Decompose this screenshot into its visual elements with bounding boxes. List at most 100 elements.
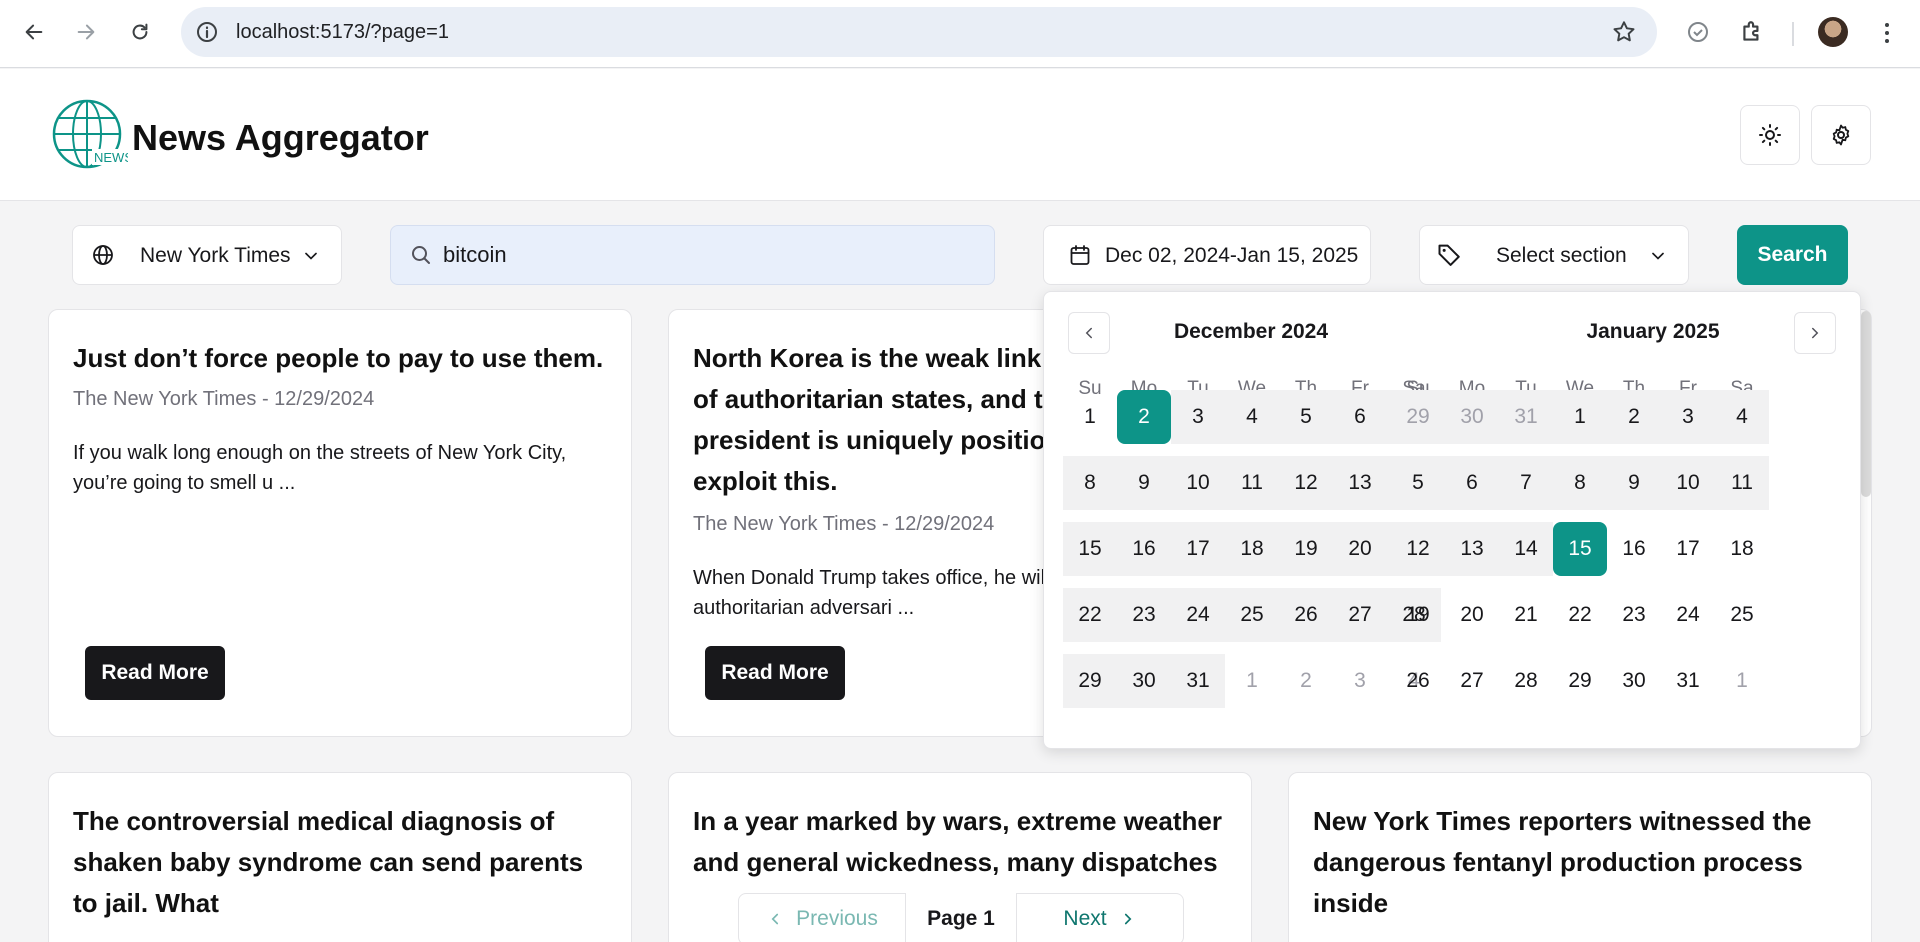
dec-day-cell[interactable]: 31 <box>1171 654 1225 708</box>
jan-day-cell[interactable]: 8 <box>1553 456 1607 510</box>
pagination: Previous Page 1 Next <box>738 893 1184 942</box>
jan-day-cell[interactable]: 9 <box>1607 456 1661 510</box>
article-description: If you walk long enough on the streets o… <box>73 442 567 494</box>
chevron-right-icon <box>1812 327 1819 339</box>
dec-day-cell[interactable]: 11 <box>1225 456 1279 510</box>
dec-day-cell[interactable]: 12 <box>1279 456 1333 510</box>
jan-day-cell[interactable]: 14 <box>1499 522 1553 576</box>
jan-day-cell[interactable]: 13 <box>1445 522 1499 576</box>
jan-day-cell[interactable]: 18 <box>1715 522 1769 576</box>
jan-day-cell[interactable]: 26 <box>1391 654 1445 708</box>
theme-toggle-button[interactable] <box>1740 105 1800 165</box>
previous-month-button[interactable] <box>1068 312 1110 354</box>
dec-day-cell[interactable]: 18 <box>1225 522 1279 576</box>
dec-day-cell[interactable]: 20 <box>1333 522 1387 576</box>
dec-day-cell[interactable]: 4 <box>1225 390 1279 444</box>
browser-menu-icon[interactable] <box>1872 18 1902 48</box>
date-range-picker-button[interactable]: Dec 02, 2024-Jan 15, 2025 <box>1043 225 1371 285</box>
dec-day-cell[interactable]: 26 <box>1279 588 1333 642</box>
jan-day-cell[interactable]: 22 <box>1553 588 1607 642</box>
jan-day-cell[interactable]: 6 <box>1445 456 1499 510</box>
article-card: Just don’t force people to pay to use th… <box>48 309 632 737</box>
extension-circle-icon[interactable] <box>1683 17 1713 47</box>
dec-day-cell[interactable]: 1 <box>1063 390 1117 444</box>
dec-day-cell[interactable]: 27 <box>1333 588 1387 642</box>
dec-day-cell[interactable]: 15 <box>1063 522 1117 576</box>
jan-day-cell[interactable]: 7 <box>1499 456 1553 510</box>
jan-day-cell[interactable]: 20 <box>1445 588 1499 642</box>
dec-day-cell[interactable]: 19 <box>1279 522 1333 576</box>
search-field[interactable] <box>390 225 995 285</box>
jan-day-cell[interactable]: 24 <box>1661 588 1715 642</box>
read-more-button[interactable]: Read More <box>85 646 225 700</box>
jan-day-cell[interactable]: 12 <box>1391 522 1445 576</box>
dec-day-cell[interactable]: 25 <box>1225 588 1279 642</box>
dec-day-cell[interactable]: 30 <box>1117 654 1171 708</box>
dec-day-cell[interactable]: 24 <box>1171 588 1225 642</box>
jan-day-cell[interactable]: 27 <box>1445 654 1499 708</box>
jan-day-cell[interactable]: 30 <box>1445 390 1499 444</box>
read-more-button[interactable]: Read More <box>705 646 845 700</box>
dec-day-cell[interactable]: 17 <box>1171 522 1225 576</box>
jan-day-cell[interactable]: 31 <box>1661 654 1715 708</box>
jan-day-cell[interactable]: 1 <box>1715 654 1769 708</box>
section-select[interactable]: Select section <box>1419 225 1689 285</box>
next-page-button[interactable]: Next <box>1016 893 1184 942</box>
dec-day-cell[interactable]: 2 <box>1279 654 1333 708</box>
jan-day-cell[interactable]: 4 <box>1715 390 1769 444</box>
dec-day-cell[interactable]: 29 <box>1063 654 1117 708</box>
jan-day-cell[interactable]: 16 <box>1607 522 1661 576</box>
dec-day-cell[interactable]: 9 <box>1117 456 1171 510</box>
dec-day-cell[interactable]: 10 <box>1171 456 1225 510</box>
right-month-title: January 2025 <box>1586 320 1720 343</box>
jan-day-cell[interactable]: 30 <box>1607 654 1661 708</box>
search-input[interactable] <box>443 226 973 284</box>
jan-day-cell[interactable]: 10 <box>1661 456 1715 510</box>
address-bar[interactable]: localhost:5173/?page=1 <box>181 7 1657 57</box>
reload-icon[interactable] <box>122 14 158 50</box>
dec-day-cell[interactable]: 5 <box>1279 390 1333 444</box>
settings-button[interactable] <box>1811 105 1871 165</box>
site-info-icon[interactable] <box>195 20 219 44</box>
article-card: The controversial medical diagnosis of s… <box>48 772 632 942</box>
jan-day-cell[interactable]: 3 <box>1661 390 1715 444</box>
dec-day-cell[interactable]: 6 <box>1333 390 1387 444</box>
forward-icon[interactable] <box>68 14 104 50</box>
jan-day-cell[interactable]: 17 <box>1661 522 1715 576</box>
dec-day-cell[interactable]: 16 <box>1117 522 1171 576</box>
profile-avatar[interactable] <box>1818 17 1848 47</box>
jan-day-cell[interactable]: 19 <box>1391 588 1445 642</box>
jan-day-cell[interactable]: 5 <box>1391 456 1445 510</box>
jan-day-cell[interactable]: 29 <box>1553 654 1607 708</box>
calendar-icon <box>1068 243 1092 272</box>
jan-day-cell[interactable]: 31 <box>1499 390 1553 444</box>
jan-day-cell[interactable]: 2 <box>1607 390 1661 444</box>
url-text[interactable]: localhost:5173/?page=1 <box>236 21 449 44</box>
dec-day-cell[interactable]: 22 <box>1063 588 1117 642</box>
article-card: New York Times reporters witnessed the d… <box>1288 772 1872 942</box>
next-month-button[interactable] <box>1794 312 1836 354</box>
dec-day-cell[interactable]: 1 <box>1225 654 1279 708</box>
dec-day-cell[interactable]: 3 <box>1333 654 1387 708</box>
dec-day-cell[interactable]: 8 <box>1063 456 1117 510</box>
extensions-puzzle-icon[interactable] <box>1737 17 1767 47</box>
search-button[interactable]: Search <box>1737 225 1848 285</box>
jan-day-cell[interactable]: 1 <box>1553 390 1607 444</box>
jan-day-cell[interactable]: 23 <box>1607 588 1661 642</box>
jan-day-cell[interactable]: 11 <box>1715 456 1769 510</box>
jan-day-cell[interactable]: 28 <box>1499 654 1553 708</box>
jan-day-cell[interactable]: 25 <box>1715 588 1769 642</box>
card-scrollbar[interactable] <box>1861 311 1871 497</box>
previous-page-button[interactable]: Previous <box>738 893 906 942</box>
bookmark-star-icon[interactable] <box>1611 19 1637 45</box>
jan-day-cell[interactable]: 21 <box>1499 588 1553 642</box>
jan-day-cell[interactable]: 15 <box>1553 522 1607 576</box>
jan-day-cell[interactable]: 29 <box>1391 390 1445 444</box>
dec-day-cell[interactable]: 13 <box>1333 456 1387 510</box>
dec-day-cell[interactable]: 2 <box>1117 390 1171 444</box>
dec-day-cell[interactable]: 23 <box>1117 588 1171 642</box>
dec-day-cell[interactable]: 3 <box>1171 390 1225 444</box>
back-icon[interactable] <box>16 14 52 50</box>
source-select[interactable]: New York Times <box>72 225 342 285</box>
article-title: In a year marked by wars, extreme weathe… <box>693 806 1222 877</box>
